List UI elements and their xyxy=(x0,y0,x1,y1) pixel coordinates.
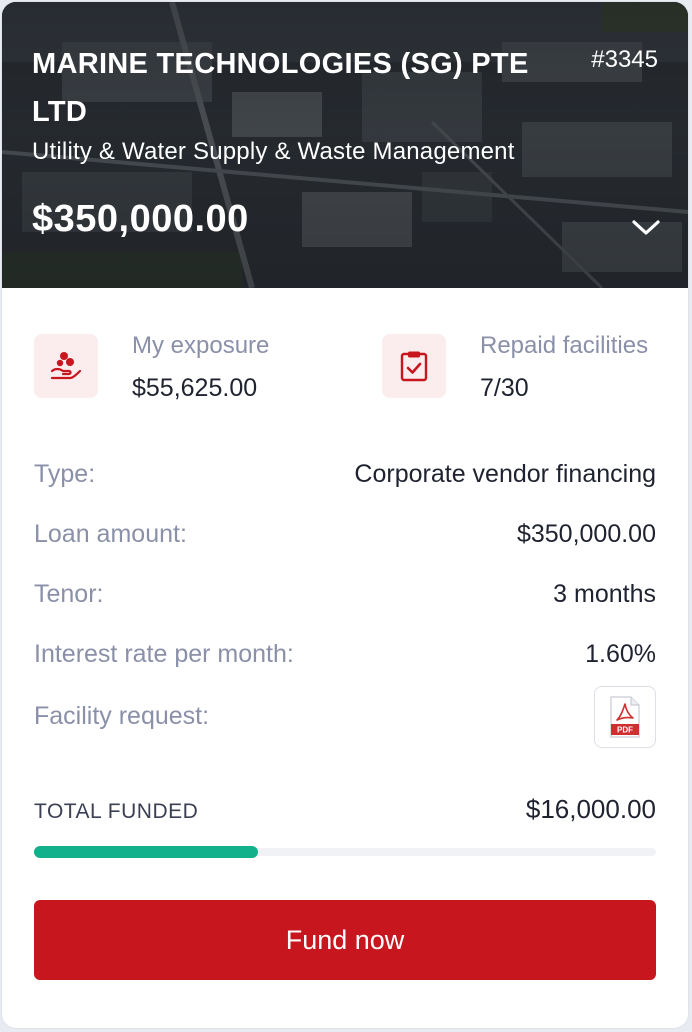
repaid-facilities-label: Repaid facilities xyxy=(480,332,649,359)
clipboard-check-icon xyxy=(382,334,446,398)
company-name: MARINE TECHNOLOGIES (SG) PTE LTD xyxy=(32,48,529,128)
my-exposure-label: My exposure xyxy=(132,332,270,359)
detail-row-loan-amount: Loan amount: $350,000.00 xyxy=(34,514,656,554)
chevron-down-icon[interactable] xyxy=(628,212,664,242)
tenor-value: 3 months xyxy=(553,580,656,608)
hand-coins-icon xyxy=(34,334,98,398)
tenor-label: Tenor: xyxy=(34,580,104,608)
company-sector: Utility & Water Supply & Waste Managemen… xyxy=(32,138,515,165)
funding-progress-track xyxy=(34,846,656,858)
loan-amount-label: Loan amount: xyxy=(34,520,187,548)
facility-request-label: Facility request: xyxy=(34,702,210,730)
interest-rate-value: 1.60% xyxy=(585,640,656,668)
repaid-facilities-stat: Repaid facilities 7/30 xyxy=(382,332,682,404)
facility-request-pdf-button[interactable]: PDF xyxy=(594,686,656,748)
type-value: Corporate vendor financing xyxy=(354,460,656,488)
loan-amount-headline: $350,000.00 xyxy=(32,198,249,240)
pdf-file-icon: PDF xyxy=(610,696,640,738)
total-funded-label: TOTAL FUNDED xyxy=(34,800,199,823)
repaid-facilities-value: 7/30 xyxy=(480,374,529,402)
loan-reference: #3345 xyxy=(591,46,658,73)
my-exposure-value: $55,625.00 xyxy=(132,374,258,402)
detail-row-facility-request: Facility request: PDF xyxy=(34,686,656,748)
fund-now-button[interactable]: Fund now xyxy=(34,900,656,980)
detail-row-interest-rate: Interest rate per month: 1.60% xyxy=(34,634,656,674)
loan-card: MARINE TECHNOLOGIES (SG) PTE LTD #3345 U… xyxy=(2,2,688,1028)
funding-progress-fill xyxy=(34,846,258,858)
my-exposure-stat: My exposure $55,625.00 xyxy=(34,332,334,404)
card-header[interactable]: MARINE TECHNOLOGIES (SG) PTE LTD #3345 U… xyxy=(2,2,688,288)
total-funded-value: $16,000.00 xyxy=(525,794,656,824)
type-label: Type: xyxy=(34,460,96,488)
loan-amount-value: $350,000.00 xyxy=(516,520,656,548)
interest-rate-label: Interest rate per month: xyxy=(34,640,294,668)
pdf-icon-text: PDF xyxy=(617,726,633,735)
detail-row-type: Type: Corporate vendor financing xyxy=(34,454,656,494)
detail-row-tenor: Tenor: 3 months xyxy=(34,574,656,614)
